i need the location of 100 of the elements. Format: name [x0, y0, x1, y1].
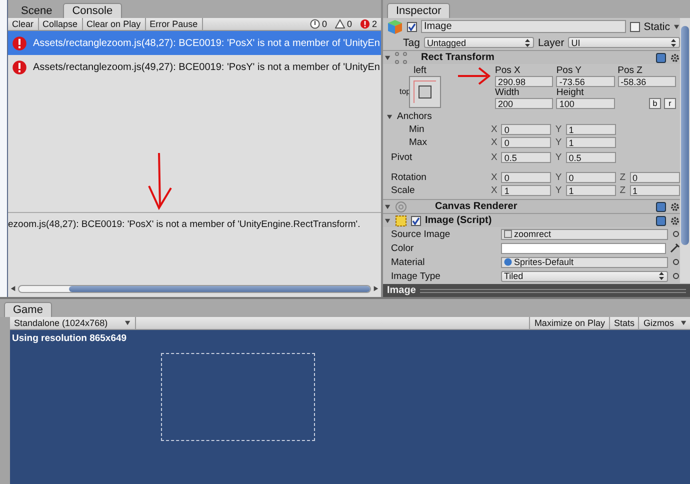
preview-title: Image — [387, 285, 416, 296]
number-field[interactable]: -58.36 — [618, 76, 676, 87]
cube-icon — [387, 18, 403, 34]
updown-arrows-icon — [671, 38, 676, 46]
component-header[interactable]: Image (Script) — [383, 213, 680, 227]
number-field[interactable]: 0 — [566, 172, 616, 183]
caret-icon[interactable] — [681, 320, 687, 326]
number-field[interactable]: 1 — [566, 124, 616, 135]
component-header[interactable]: Canvas Renderer — [383, 199, 680, 213]
updown-arrows-icon — [524, 38, 530, 46]
panel-tab[interactable]: Game — [4, 302, 52, 317]
number-field[interactable]: -73.56 — [556, 76, 615, 87]
resolution-text: Using resolution 865x649 — [12, 333, 127, 344]
panel-tab[interactable]: Console — [63, 3, 122, 18]
anchor-horizontal-label: left — [414, 65, 426, 76]
expand-triangle-icon[interactable] — [385, 204, 391, 210]
log-detail-text: ezoom.js(48,27): BCE0019: 'PosX' is not a member of 'UnityEngine.RectTransform'. — [8, 218, 362, 232]
expand-triangle-icon[interactable] — [385, 218, 391, 224]
field-label: Width — [495, 87, 520, 98]
checkmark-icon — [408, 22, 416, 30]
scroll-left-icon[interactable] — [10, 286, 16, 292]
log-entry[interactable]: Assets/rectanglezoom.js(49,27): BCE0019: 'PosY' is not a member of 'UnityEn — [8, 55, 381, 79]
rect-transform-icon — [395, 52, 407, 64]
section-label[interactable]: Anchors — [397, 111, 432, 122]
number-field[interactable]: 0 — [501, 137, 552, 148]
axis-label: Y — [555, 137, 562, 148]
expand-triangle-icon[interactable] — [387, 114, 393, 120]
horizontal-scrollbar[interactable] — [18, 285, 371, 293]
number-field[interactable]: 0.5 — [566, 152, 616, 163]
scroll-right-icon[interactable] — [373, 286, 379, 292]
axis-label: X — [491, 152, 498, 163]
mode-button[interactable]: r — [664, 98, 676, 109]
expand-triangle-icon[interactable] — [385, 54, 391, 60]
axis-label: Z — [620, 185, 626, 196]
field-label: Source Image — [390, 228, 452, 240]
field-label: Pos Y — [556, 65, 583, 76]
axis-label: X — [491, 172, 498, 183]
checkmark-icon — [412, 216, 420, 224]
caret-icon[interactable] — [674, 24, 680, 30]
axis-label: X — [491, 137, 498, 148]
axis-label: X — [491, 185, 498, 196]
caret-icon[interactable] — [125, 320, 131, 326]
anchor-preset-button[interactable] — [408, 76, 440, 108]
tag-dropdown[interactable]: Untagged — [424, 37, 534, 48]
field-label: Min — [408, 124, 426, 135]
enabled-checkbox[interactable] — [411, 216, 421, 226]
number-field[interactable]: 0 — [630, 172, 680, 183]
number-field[interactable]: 0 — [501, 124, 552, 135]
component-header[interactable]: Rect Transform — [383, 50, 680, 64]
tag-label: Tag — [403, 36, 420, 48]
field-label: Image Type — [390, 270, 442, 282]
sphere-icon — [504, 258, 512, 266]
field-label: Pivot — [390, 152, 414, 163]
panel-tab[interactable]: Inspector — [387, 3, 450, 18]
axis-label: Y — [555, 124, 562, 135]
mode-button[interactable]: b — [648, 98, 661, 109]
eyedropper-icon — [670, 243, 680, 253]
number-field[interactable]: 0.5 — [501, 152, 552, 163]
number-field[interactable]: 100 — [556, 98, 615, 109]
field-label: Max — [408, 137, 428, 148]
active-checkbox[interactable] — [407, 22, 417, 32]
name-field[interactable]: Image — [421, 20, 626, 33]
counter-toggle[interactable]: 0 — [330, 18, 356, 30]
number-field[interactable]: 1 — [630, 185, 680, 196]
static-label: Static — [644, 20, 670, 32]
updown-arrows-icon — [659, 272, 664, 280]
eye-icon — [395, 200, 407, 212]
counter-toggle[interactable]: 0 — [306, 18, 331, 30]
color-field[interactable] — [501, 242, 666, 254]
object-field[interactable]: Sprites-Default — [501, 256, 668, 268]
info-icon — [310, 19, 320, 29]
log-entry[interactable]: Assets/rectanglezoom.js(48,27): BCE0019: 'PosX' is not a member of 'UnityEn — [8, 31, 381, 55]
number-field[interactable]: 1 — [501, 185, 552, 196]
static-checkbox[interactable] — [630, 22, 640, 32]
object-field[interactable]: zoomrect — [501, 228, 668, 240]
annotation-arrow-drawing — [457, 67, 491, 85]
number-field[interactable]: 200 — [495, 98, 554, 109]
number-field[interactable]: 1 — [566, 185, 616, 196]
error-icon — [12, 36, 27, 50]
field-label: Pos Z — [618, 65, 644, 76]
field-label: Color — [390, 242, 415, 254]
vertical-scrollbar[interactable] — [680, 18, 690, 283]
type-dropdown[interactable]: Tiled — [501, 270, 668, 282]
layer-dropdown[interactable]: UI — [568, 37, 680, 48]
field-label: Height — [556, 87, 585, 98]
target-icon — [672, 230, 680, 238]
field-label: Material — [390, 256, 426, 268]
axis-label: Y — [555, 152, 562, 163]
number-field[interactable]: 290.98 — [495, 76, 554, 87]
image-component-icon — [395, 214, 407, 226]
error-icon — [12, 60, 27, 74]
counter-toggle[interactable]: 2 — [356, 18, 381, 30]
settings-icon[interactable] — [670, 52, 680, 62]
layer-label: Layer — [538, 36, 564, 48]
axis-label: Y — [555, 172, 562, 183]
axis-label: Z — [620, 172, 626, 183]
number-field[interactable]: 1 — [566, 137, 616, 148]
axis-label: Y — [555, 185, 562, 196]
field-label: Pos X — [495, 65, 522, 76]
number-field[interactable]: 0 — [501, 172, 552, 183]
